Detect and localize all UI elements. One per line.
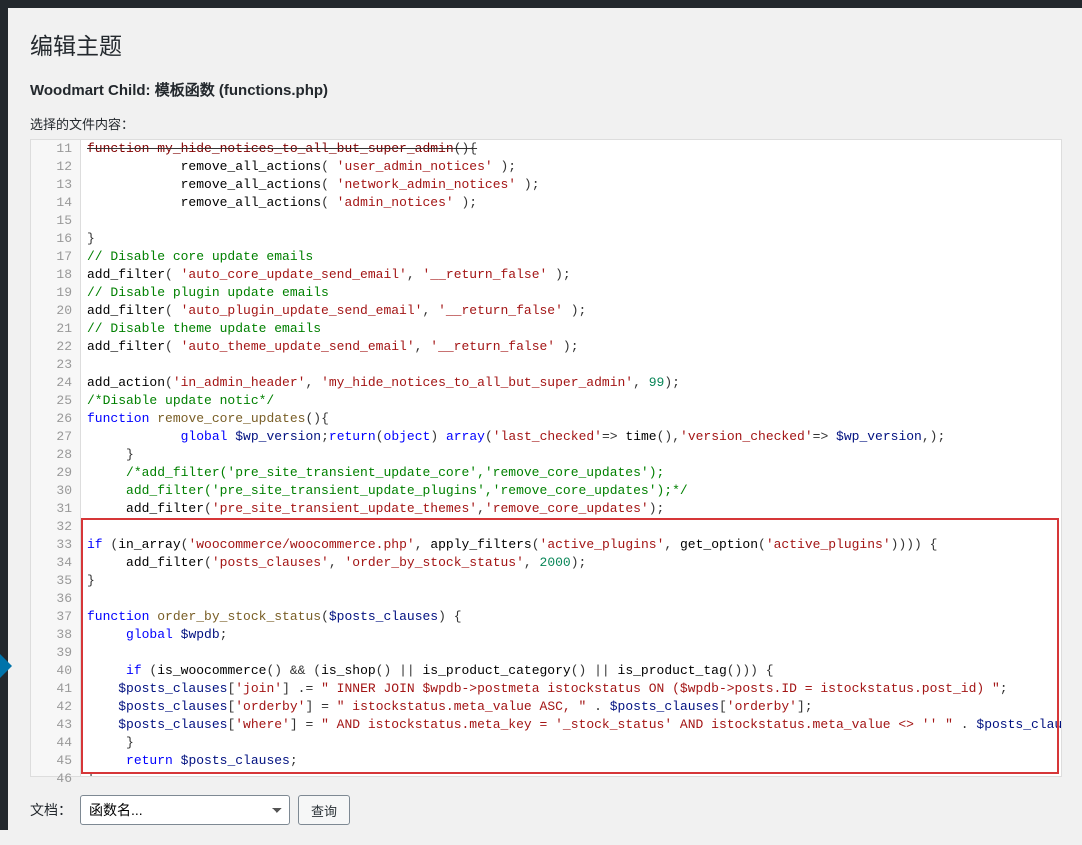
code-line[interactable]: // Disable plugin update emails	[87, 284, 1061, 302]
code-line[interactable]: return $posts_clauses;	[87, 752, 1061, 770]
code-line[interactable]: remove_all_actions( 'user_admin_notices'…	[87, 158, 1061, 176]
code-line[interactable]: }	[87, 770, 1061, 776]
code-line[interactable]: remove_all_actions( 'admin_notices' );	[87, 194, 1061, 212]
line-number: 23	[39, 356, 72, 374]
line-number: 27	[39, 428, 72, 446]
function-name-select[interactable]: 函数名...	[80, 795, 290, 825]
line-number: 24	[39, 374, 72, 392]
code-line[interactable]: function my_hide_notices_to_all_but_supe…	[87, 140, 1061, 158]
line-number: 34	[39, 554, 72, 572]
line-number: 39	[39, 644, 72, 662]
code-line[interactable]: add_filter('pre_site_transient_update_pl…	[87, 482, 1061, 500]
line-number: 29	[39, 464, 72, 482]
code-editor[interactable]: 1112131415161718192021222324252627282930…	[30, 139, 1062, 777]
code-line[interactable]: if (is_woocommerce() && (is_shop() || is…	[87, 662, 1061, 680]
code-line[interactable]: $posts_clauses['orderby'] = " istockstat…	[87, 698, 1061, 716]
line-number: 43	[39, 716, 72, 734]
line-number: 22	[39, 338, 72, 356]
line-number-gutter: 1112131415161718192021222324252627282930…	[31, 140, 81, 776]
content-label: 选择的文件内容：	[30, 114, 1062, 133]
code-line[interactable]: }	[87, 446, 1061, 464]
line-number: 11	[39, 140, 72, 158]
code-line[interactable]: add_filter( 'auto_core_update_send_email…	[87, 266, 1061, 284]
code-line[interactable]: remove_all_actions( 'network_admin_notic…	[87, 176, 1061, 194]
code-textarea[interactable]: function my_hide_notices_to_all_but_supe…	[81, 140, 1061, 776]
code-line[interactable]: global $wpdb;	[87, 626, 1061, 644]
file-subtitle: Woodmart Child: 模板函数 (functions.php)	[30, 79, 1062, 100]
code-line[interactable]: add_filter( 'auto_plugin_update_send_ema…	[87, 302, 1061, 320]
page-title: 编辑主题	[30, 18, 1062, 79]
code-line[interactable]: // Disable core update emails	[87, 248, 1061, 266]
code-line[interactable]: // Disable theme update emails	[87, 320, 1061, 338]
code-line[interactable]: }	[87, 230, 1061, 248]
line-number: 19	[39, 284, 72, 302]
line-number: 30	[39, 482, 72, 500]
code-line[interactable]: add_filter('posts_clauses', 'order_by_st…	[87, 554, 1061, 572]
line-number: 35	[39, 572, 72, 590]
line-number: 18	[39, 266, 72, 284]
code-line[interactable]: }	[87, 572, 1061, 590]
line-number: 21	[39, 320, 72, 338]
line-number: 14	[39, 194, 72, 212]
line-number: 46	[39, 770, 72, 776]
line-number: 20	[39, 302, 72, 320]
code-line[interactable]	[87, 644, 1061, 662]
lookup-button[interactable]: 查询	[298, 795, 350, 825]
admin-menu-sliver	[0, 0, 8, 830]
line-number: 16	[39, 230, 72, 248]
documentation-label: 文档：	[30, 800, 72, 820]
line-number: 26	[39, 410, 72, 428]
line-number: 15	[39, 212, 72, 230]
line-number: 31	[39, 500, 72, 518]
line-number: 45	[39, 752, 72, 770]
code-line[interactable]	[87, 212, 1061, 230]
line-number: 36	[39, 590, 72, 608]
code-line[interactable]: function order_by_stock_status($posts_cl…	[87, 608, 1061, 626]
line-number: 25	[39, 392, 72, 410]
line-number: 33	[39, 536, 72, 554]
code-line[interactable]: add_filter( 'auto_theme_update_send_emai…	[87, 338, 1061, 356]
admin-bar-sliver	[0, 0, 1082, 8]
code-line[interactable]	[87, 518, 1061, 536]
code-line[interactable]: if (in_array('woocommerce/woocommerce.ph…	[87, 536, 1061, 554]
line-number: 44	[39, 734, 72, 752]
documentation-row: 文档： 函数名... 查询	[30, 795, 1062, 825]
code-line[interactable]: $posts_clauses['join'] .= " INNER JOIN $…	[87, 680, 1061, 698]
line-number: 13	[39, 176, 72, 194]
theme-editor-wrap: 编辑主题 Woodmart Child: 模板函数 (functions.php…	[0, 8, 1082, 845]
line-number: 40	[39, 662, 72, 680]
line-number: 28	[39, 446, 72, 464]
line-number: 17	[39, 248, 72, 266]
line-number: 37	[39, 608, 72, 626]
line-number: 42	[39, 698, 72, 716]
code-line[interactable]: $posts_clauses['where'] = " AND istockst…	[87, 716, 1061, 734]
code-line[interactable]: add_filter('pre_site_transient_update_th…	[87, 500, 1061, 518]
code-line[interactable]: }	[87, 734, 1061, 752]
line-number: 38	[39, 626, 72, 644]
code-line[interactable]: global $wp_version;return(object) array(…	[87, 428, 1061, 446]
line-number: 12	[39, 158, 72, 176]
line-number: 41	[39, 680, 72, 698]
code-line[interactable]: add_action('in_admin_header', 'my_hide_n…	[87, 374, 1061, 392]
line-number: 32	[39, 518, 72, 536]
code-line[interactable]	[87, 356, 1061, 374]
code-line[interactable]	[87, 590, 1061, 608]
code-line[interactable]: function remove_core_updates(){	[87, 410, 1061, 428]
code-line[interactable]: /*Disable update notic*/	[87, 392, 1061, 410]
code-line[interactable]: /*add_filter('pre_site_transient_update_…	[87, 464, 1061, 482]
